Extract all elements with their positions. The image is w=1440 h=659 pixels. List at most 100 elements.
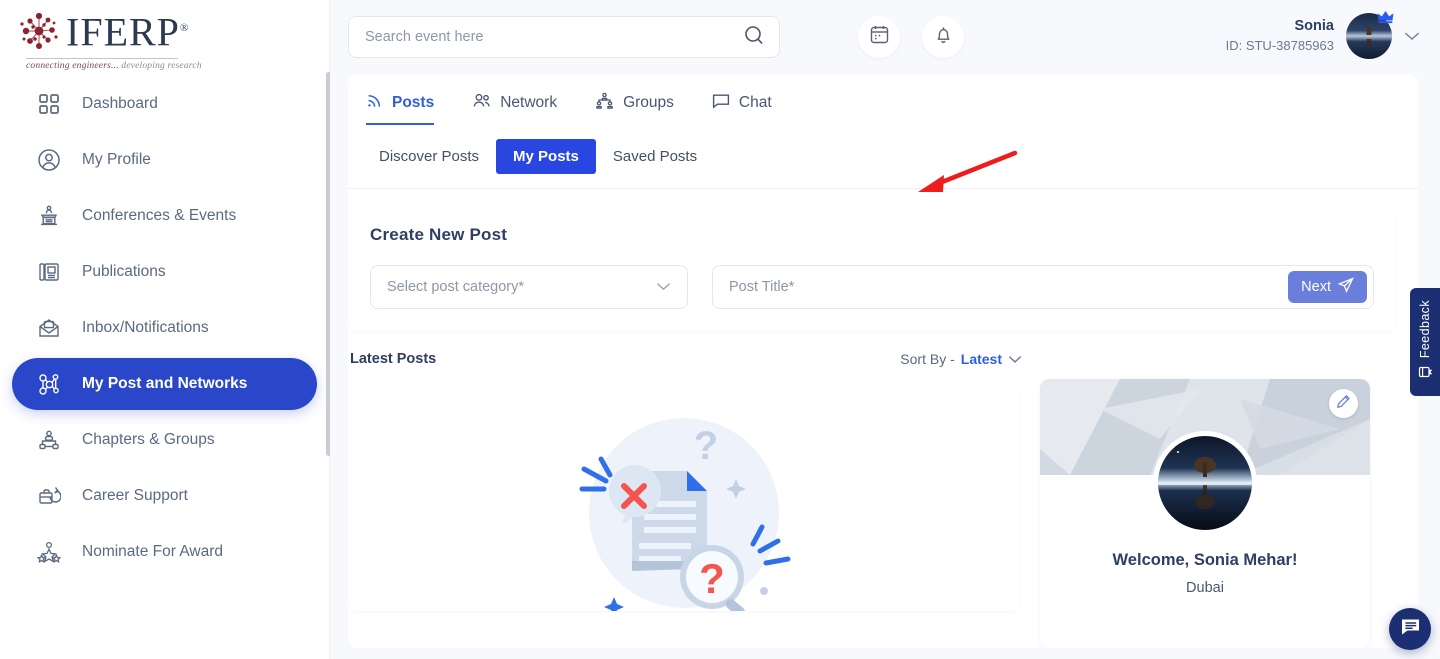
panel-divider xyxy=(348,188,1418,189)
profile-summary-card: Welcome, Sonia Mehar! Dubai xyxy=(1040,379,1370,648)
sidebar-item-nominate-for-award[interactable]: Nominate For Award xyxy=(12,526,317,578)
posts-and-profile-row: ? xyxy=(348,379,1418,648)
sidebar-item-label: My Profile xyxy=(82,151,151,169)
latest-posts-header: Latest Posts Sort By - Latest xyxy=(350,351,1022,367)
post-title-input[interactable] xyxy=(729,279,1288,295)
edit-profile-button[interactable] xyxy=(1329,389,1358,418)
avatar[interactable] xyxy=(1346,13,1392,59)
main-area: Sonia ID: STU-38785963 xyxy=(330,0,1440,659)
sidebar-item-label: My Post and Networks xyxy=(82,375,247,393)
create-post-form: Select post category* Next xyxy=(370,265,1374,309)
profile-avatar-frame xyxy=(1153,431,1257,535)
chat-bubble-icon xyxy=(712,92,730,114)
empty-posts-card: ? xyxy=(348,379,1020,611)
subtab-saved-posts[interactable]: Saved Posts xyxy=(596,139,714,174)
chevron-down-icon xyxy=(656,279,671,295)
user-menu[interactable]: Sonia ID: STU-38785963 xyxy=(1226,13,1420,59)
sidebar-item-publications[interactable]: Publications xyxy=(12,246,317,298)
tab-label: Chat xyxy=(739,94,772,112)
next-button-label: Next xyxy=(1301,279,1331,295)
sort-by-dropdown[interactable]: Sort By - Latest xyxy=(900,351,1022,367)
create-post-title: Create New Post xyxy=(370,225,1374,245)
posts-panel: Posts Network xyxy=(348,74,1418,648)
user-circle-icon xyxy=(34,145,64,175)
brand-name: IFERP® xyxy=(66,8,189,52)
tab-label: Network xyxy=(500,94,557,112)
sidebar-nav: Dashboard My Profile xyxy=(0,78,329,578)
sidebar: IFERP® connecting engineers... developin… xyxy=(0,0,330,659)
iferp-molecule-icon xyxy=(14,6,64,56)
sidebar-item-label: Publications xyxy=(82,263,166,281)
tab-network[interactable]: Network xyxy=(472,92,557,125)
sidebar-item-my-profile[interactable]: My Profile xyxy=(12,134,317,186)
group-tree-icon xyxy=(595,92,614,114)
app-root: IFERP® connecting engineers... developin… xyxy=(0,0,1440,659)
create-post-card: Create New Post Select post category* xyxy=(348,205,1396,331)
calendar-icon xyxy=(869,24,890,50)
svg-text:?: ? xyxy=(699,555,725,602)
sidebar-item-chapters-groups[interactable]: Chapters & Groups xyxy=(12,414,317,466)
secondary-tabs: Discover Posts My Posts Saved Posts xyxy=(348,125,1418,174)
brand-logo[interactable]: IFERP® connecting engineers... developin… xyxy=(0,0,329,74)
sidebar-item-conferences-events[interactable]: Conferences & Events xyxy=(12,190,317,242)
tab-chat[interactable]: Chat xyxy=(712,92,772,125)
chat-support-button[interactable] xyxy=(1389,608,1431,650)
sort-by-value: Latest xyxy=(961,351,1002,367)
content-region: Posts Network xyxy=(330,74,1440,648)
user-id: ID: STU-38785963 xyxy=(1226,37,1334,55)
grid-icon xyxy=(34,89,64,119)
newspaper-icon xyxy=(34,257,64,287)
sidebar-item-label: Chapters & Groups xyxy=(82,431,215,449)
latest-posts-label: Latest Posts xyxy=(350,351,436,367)
feedback-form-icon xyxy=(1418,365,1432,384)
tab-label: Groups xyxy=(623,94,674,112)
sidebar-item-inbox-notifications[interactable]: Inbox/Notifications xyxy=(12,302,317,354)
user-info: Sonia ID: STU-38785963 xyxy=(1226,17,1334,54)
sort-by-label: Sort By - xyxy=(900,351,954,367)
svg-text:?: ? xyxy=(694,424,718,468)
people-icon xyxy=(472,92,491,114)
sidebar-item-label: Dashboard xyxy=(82,95,158,113)
user-name: Sonia xyxy=(1226,17,1334,37)
tab-label: Posts xyxy=(392,94,434,112)
profile-avatar xyxy=(1158,436,1252,530)
network-icon xyxy=(34,369,64,399)
notifications-button[interactable] xyxy=(922,16,964,58)
next-button[interactable]: Next xyxy=(1288,271,1367,303)
feedback-tab[interactable]: Feedback xyxy=(1410,288,1440,396)
award-star-icon xyxy=(34,537,64,567)
brand-tagline: connecting engineers... developing resea… xyxy=(26,58,178,71)
profile-location: Dubai xyxy=(1040,580,1370,596)
pencil-edit-icon xyxy=(1336,394,1351,414)
bell-icon xyxy=(933,24,954,50)
chevron-down-icon[interactable] xyxy=(1404,28,1420,45)
subtab-discover-posts[interactable]: Discover Posts xyxy=(362,139,496,174)
search-bar[interactable] xyxy=(348,16,780,58)
search-input[interactable] xyxy=(365,29,743,45)
sidebar-item-my-post-and-networks[interactable]: My Post and Networks xyxy=(12,358,317,410)
chat-support-icon xyxy=(1399,615,1422,643)
briefcase-icon xyxy=(34,481,64,511)
registered-mark: ® xyxy=(180,22,189,34)
podium-icon xyxy=(34,201,64,231)
search-icon[interactable] xyxy=(743,24,765,51)
no-posts-illustration: ? xyxy=(554,401,814,611)
sidebar-item-career-support[interactable]: Career Support xyxy=(12,470,317,522)
post-title-field[interactable]: Next xyxy=(712,265,1374,309)
sidebar-item-label: Inbox/Notifications xyxy=(82,319,209,337)
people-network-icon xyxy=(34,425,64,455)
sidebar-item-dashboard[interactable]: Dashboard xyxy=(12,78,317,130)
tab-groups[interactable]: Groups xyxy=(595,92,674,125)
calendar-button[interactable] xyxy=(858,16,900,58)
tab-posts[interactable]: Posts xyxy=(366,92,434,125)
post-category-value: Select post category* xyxy=(387,279,524,295)
post-category-select[interactable]: Select post category* xyxy=(370,265,688,309)
header-quick-actions xyxy=(858,16,964,58)
subtab-my-posts[interactable]: My Posts xyxy=(496,139,596,174)
feedback-label: Feedback xyxy=(1418,300,1432,358)
crown-icon xyxy=(1377,10,1394,24)
sidebar-item-label: Conferences & Events xyxy=(82,207,236,225)
sidebar-item-label: Career Support xyxy=(82,487,188,505)
primary-tabs: Posts Network xyxy=(348,74,1418,125)
chevron-down-icon xyxy=(1008,351,1022,367)
